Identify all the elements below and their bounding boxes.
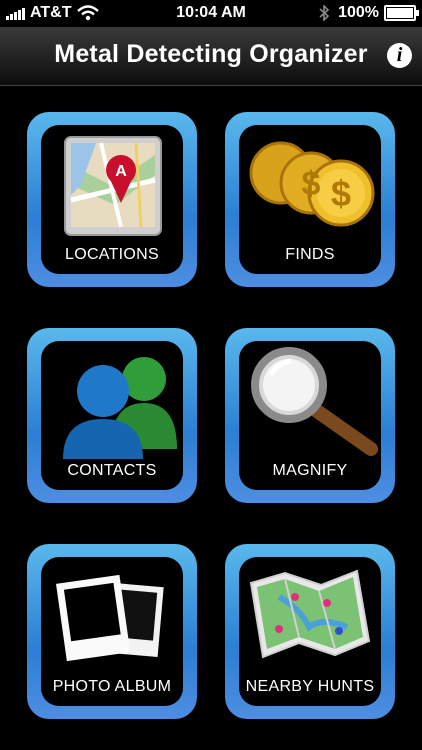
contacts-button[interactable]: CONTACTS bbox=[27, 328, 197, 503]
locations-button[interactable]: A LOCATIONS bbox=[27, 112, 197, 287]
svg-text:$: $ bbox=[302, 165, 321, 203]
battery-percent: 100% bbox=[338, 4, 379, 21]
info-button[interactable]: i bbox=[387, 43, 412, 68]
tile-label: FINDS bbox=[285, 246, 335, 263]
tile-label: CONTACTS bbox=[67, 462, 157, 479]
magnifying-glass-icon bbox=[251, 347, 378, 456]
tile-inner: $ $ FINDS bbox=[239, 125, 381, 274]
svg-text:$: $ bbox=[331, 173, 351, 214]
tile-label: NEARBY HUNTS bbox=[245, 678, 375, 695]
folded-map-icon bbox=[249, 569, 371, 659]
map-pin-icon: A bbox=[64, 136, 162, 236]
battery-icon bbox=[384, 5, 419, 21]
tile-inner: CONTACTS bbox=[41, 341, 183, 490]
svg-text:A: A bbox=[115, 163, 127, 180]
nearby-hunts-button[interactable]: NEARBY HUNTS bbox=[225, 544, 395, 719]
tile-inner: A LOCATIONS bbox=[41, 125, 183, 274]
tile-inner: MAGNIFY bbox=[239, 341, 381, 490]
gold-coins-icon: $ $ bbox=[249, 141, 375, 227]
magnify-button[interactable]: MAGNIFY bbox=[225, 328, 395, 503]
people-icon bbox=[63, 357, 177, 459]
tile-inner: PHOTO ALBUM bbox=[41, 557, 183, 706]
tile-label: PHOTO ALBUM bbox=[52, 678, 172, 695]
finds-button[interactable]: $ $ FINDS bbox=[225, 112, 395, 287]
bluetooth-icon bbox=[319, 5, 330, 21]
tile-label: MAGNIFY bbox=[272, 462, 348, 479]
photo-frames-icon bbox=[56, 574, 164, 662]
status-bar: AT&T 10:04 AM 100% bbox=[0, 0, 422, 27]
navigation-bar: Metal Detecting Organizer i bbox=[0, 27, 422, 86]
photo-album-button[interactable]: PHOTO ALBUM bbox=[27, 544, 197, 719]
tile-label: LOCATIONS bbox=[65, 246, 159, 263]
page-title: Metal Detecting Organizer bbox=[54, 40, 368, 68]
tile-inner: NEARBY HUNTS bbox=[239, 557, 381, 706]
